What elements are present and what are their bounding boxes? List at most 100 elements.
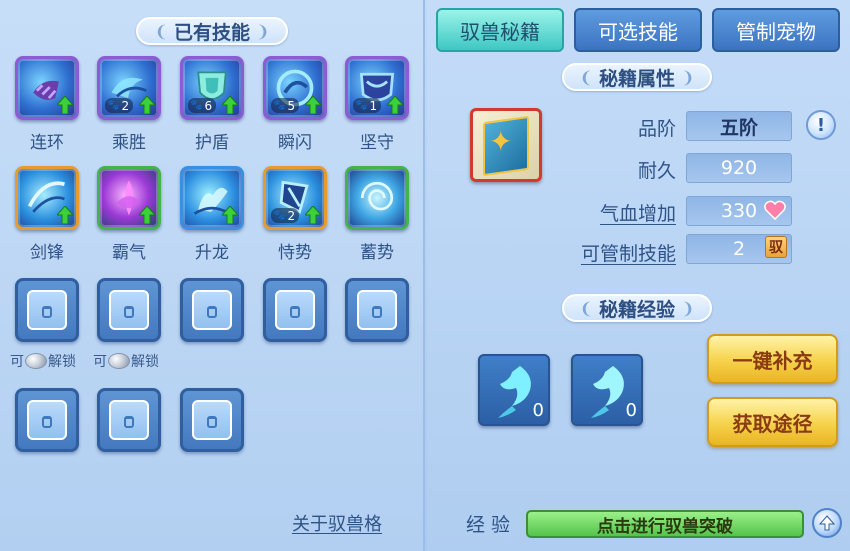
upgrade-arrow-icon — [57, 206, 73, 224]
skill-slot-5[interactable]: 🐾 1 — [345, 56, 409, 120]
skill-slot-8[interactable] — [180, 166, 244, 230]
tab-label: 驭兽秘籍 — [460, 19, 540, 44]
skill-count: 2 — [287, 208, 296, 223]
up-arrow-icon — [819, 515, 835, 531]
silver-coin-icon — [108, 353, 130, 369]
paw-icon: 🐾 — [190, 100, 203, 111]
upgrade-button[interactable] — [812, 508, 842, 538]
locked-slot[interactable] — [345, 278, 409, 342]
attr-value-grade: 五阶 — [686, 111, 792, 141]
upgrade-arrow-icon — [387, 96, 403, 114]
skill-slot-1[interactable] — [15, 56, 79, 120]
tab-label: 可选技能 — [598, 19, 678, 44]
skill-frame — [15, 56, 79, 120]
skill-frame — [345, 166, 409, 230]
scroll-ornament-icon: ❩ — [681, 298, 695, 318]
upgrade-arrow-icon — [139, 206, 155, 224]
beast-book-icon[interactable]: ✦ — [470, 108, 542, 182]
tab-controlled-pets[interactable]: 管制宠物 — [712, 8, 840, 52]
breakthrough-bar[interactable]: 点击进行驭兽突破 — [526, 510, 804, 538]
unlock-tip: 可 解锁 — [93, 351, 159, 371]
upgrade-arrow-icon — [57, 96, 73, 114]
locked-slot[interactable] — [15, 388, 79, 452]
unlock-tip: 可 解锁 — [10, 351, 76, 371]
upgrade-arrow-icon — [222, 96, 238, 114]
skill-frame — [15, 166, 79, 230]
owned-skills-title-text: 已有技能 — [173, 21, 250, 44]
attr-label-durability: 耐久 — [637, 160, 676, 182]
tab-beast-book[interactable]: 驭兽秘籍 — [436, 8, 564, 52]
book-experience-title-text: 秘籍经验 — [598, 298, 675, 321]
skill-slot-4[interactable]: 🐾 5 — [263, 56, 327, 120]
silver-coin-icon — [25, 353, 47, 369]
vortex-skill-icon — [360, 181, 394, 211]
beast-tag-text: 驭 — [769, 240, 783, 256]
attr-label-control-skills[interactable]: 可管制技能 — [556, 239, 676, 266]
skill-label: 升龙 — [195, 243, 229, 263]
unlock-suffix: 解锁 — [48, 354, 76, 370]
locked-slot[interactable] — [97, 278, 161, 342]
scroll-ornament-icon: ❨ — [579, 298, 593, 318]
exp-item-slot[interactable]: 0 — [571, 354, 643, 426]
lock-icon — [357, 290, 397, 330]
skill-count-badge: 🐾 2 — [271, 208, 300, 223]
skill-label: 坚守 — [360, 133, 394, 153]
skill-count-badge: 🐾 5 — [271, 98, 300, 113]
skill-slot-6[interactable] — [15, 166, 79, 230]
skill-frame — [97, 166, 161, 230]
skill-frame — [180, 166, 244, 230]
locked-slot[interactable] — [263, 278, 327, 342]
skill-count-badge: 🐾 1 — [353, 98, 382, 113]
skill-slot-9[interactable]: 🐾 2 — [263, 166, 327, 230]
lock-icon — [192, 290, 232, 330]
attr-value-durability: 920 — [686, 153, 792, 183]
unlock-prefix: 可 — [10, 354, 24, 370]
phoenix-emblem-icon: ✦ — [489, 125, 513, 158]
skill-frame: 🐾 6 — [180, 56, 244, 120]
skill-label: 瞬闪 — [278, 133, 312, 153]
scroll-ornament-icon: ❨ — [154, 21, 168, 41]
scroll-ornament-icon: ❨ — [579, 67, 593, 87]
locked-slot[interactable] — [15, 278, 79, 342]
info-button[interactable]: ! — [806, 110, 836, 140]
skill-label: 霸气 — [112, 243, 146, 263]
book-experience-title: ❨ 秘籍经验 ❩ — [562, 294, 712, 322]
lock-icon — [109, 400, 149, 440]
experience-label: 经验 — [466, 514, 517, 536]
skill-slot-10[interactable] — [345, 166, 409, 230]
locked-slot[interactable] — [180, 278, 244, 342]
skill-count-badge: 🐾 2 — [105, 98, 134, 113]
skill-count: 2 — [121, 98, 130, 113]
skill-label: 护盾 — [195, 133, 229, 153]
owned-skills-title: ❨ 已有技能 ❩ — [136, 17, 288, 45]
exp-item-slot[interactable]: 0 — [478, 354, 550, 426]
about-beast-slot-link[interactable]: 关于驭兽格 — [292, 510, 382, 536]
unlock-prefix: 可 — [93, 354, 107, 370]
refill-button[interactable]: 一键补充 — [707, 334, 838, 384]
tab-label: 管制宠物 — [736, 19, 816, 44]
paw-icon: 🐾 — [273, 100, 286, 111]
locked-slot[interactable] — [97, 388, 161, 452]
tab-selectable-skills[interactable]: 可选技能 — [574, 8, 702, 52]
scroll-ornament-icon: ❩ — [681, 67, 695, 87]
skill-label: 蓄势 — [360, 243, 394, 263]
attr-label-hp-bonus[interactable]: 气血增加 — [556, 199, 676, 226]
skill-frame: 🐾 1 — [345, 56, 409, 120]
skill-frame: 🐾 5 — [263, 56, 327, 120]
skill-label: 恃势 — [278, 243, 312, 263]
exp-item-count: 0 — [625, 400, 637, 421]
skill-slot-2[interactable]: 🐾 2 — [97, 56, 161, 120]
skill-count: 5 — [287, 98, 296, 113]
obtain-way-button-label: 获取途径 — [732, 411, 813, 436]
paw-icon: 🐾 — [107, 100, 120, 111]
locked-slot[interactable] — [180, 388, 244, 452]
skill-slot-3[interactable]: 🐾 6 — [180, 56, 244, 120]
skill-slot-7[interactable] — [97, 166, 161, 230]
lock-icon — [109, 290, 149, 330]
obtain-way-button[interactable]: 获取途径 — [707, 397, 838, 447]
heart-icon — [764, 200, 786, 220]
unlock-suffix: 解锁 — [131, 354, 159, 370]
skill-label: 剑锋 — [30, 243, 64, 263]
upgrade-arrow-icon — [139, 96, 155, 114]
skill-count-badge: 🐾 6 — [188, 98, 217, 113]
